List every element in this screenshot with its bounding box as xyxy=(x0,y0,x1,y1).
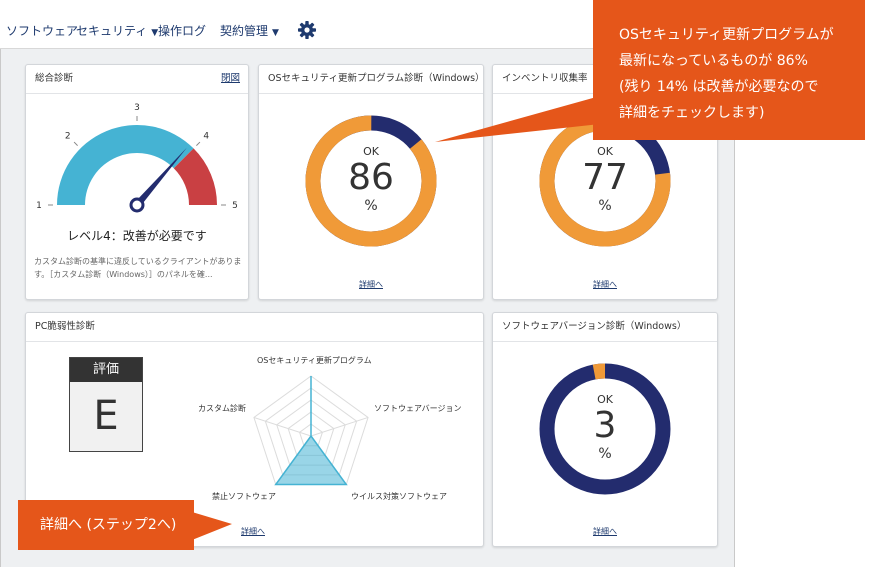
callout-line: 最新になっているものが 86% xyxy=(619,53,808,69)
app-root: ソフトウェア セキュリティ ▼ 操作ログ 契約管理 ▼ 総合診断 閉図 12345 … xyxy=(0,0,872,567)
callout-line: OSセキュリティ更新プログラムが xyxy=(619,27,834,43)
callout-pointer-top xyxy=(435,96,600,142)
callout-pointer-bottom xyxy=(192,512,232,540)
callout-os-update-note: OSセキュリティ更新プログラムが 最新になっているものが 86% (残り 14%… xyxy=(593,0,865,140)
callout-line: 詳細をチェックします) xyxy=(619,105,765,121)
callout-line: (残り 14% は改善が必要なので xyxy=(619,79,819,95)
callout-step2: 詳細へ (ステップ2へ) xyxy=(18,500,194,550)
